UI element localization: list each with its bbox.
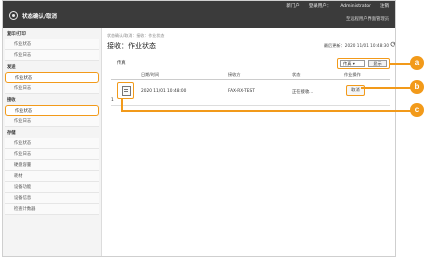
job-type-select[interactable]: 传真 ▾ <box>340 60 365 67</box>
top-links: 新门户 登录用户： Administrator 注销 <box>286 3 389 11</box>
sidebar-item-copy-job-log[interactable]: 作业日志 <box>5 50 99 61</box>
admin-link[interactable]: 至远程用户界面管理员 <box>346 16 389 23</box>
sidebar-group-copy-print: 复印/打印 <box>7 32 26 37</box>
login-user-label: 登录用户： <box>308 4 332 9</box>
status-icon <box>9 11 18 20</box>
app-title: 状态确认/取消 <box>22 14 58 20</box>
row-status: 正在接收... <box>292 90 314 95</box>
sidebar-item-send-job-status[interactable]: 作业状态 <box>5 72 99 83</box>
table-row: 2020 11/01 10:48:00 FAX-RX-TEST 正在接收... … <box>111 80 390 106</box>
document-details-icon[interactable] <box>117 82 134 99</box>
col-datetime: 日期/时间 <box>141 72 160 77</box>
breadcrumb: 状态确认/取消：接收：作业状态 <box>107 33 165 38</box>
section-label: 传真 <box>117 61 126 66</box>
sidebar-item-receive-job-status[interactable]: 作业状态 <box>5 105 99 116</box>
filter-group: 传真 ▾ 显示 <box>337 58 390 69</box>
row-datetime: 2020 11/01 10:48:00 <box>141 89 187 94</box>
callout-line-b <box>361 87 411 89</box>
sidebar-item-copy-job-status[interactable]: 作业状态 <box>5 39 99 50</box>
callout-badge-c: c <box>410 103 424 117</box>
callout-badge-a: a <box>410 56 424 70</box>
sidebar-group-receive: 接收 <box>7 98 16 103</box>
sidebar: 复印/打印 作业状态 作业日志 发送 作业状态 作业日志 接收 作业状态 作业日… <box>3 28 102 256</box>
chevron-down-icon: ▾ <box>352 61 355 66</box>
sidebar-item-device-features[interactable]: 设备功能 <box>5 182 99 193</box>
show-button[interactable]: 显示 <box>368 60 387 67</box>
sidebar-item-store-job-log[interactable]: 作业日志 <box>5 149 99 160</box>
table-header: 日期/时间 接收方 状态 作业操作 <box>111 70 390 80</box>
col-action: 作业操作 <box>344 72 361 77</box>
sidebar-item-consumables[interactable]: 耗材 <box>5 171 99 182</box>
sidebar-group-store: 存储 <box>7 131 16 136</box>
top-bar: 新门户 登录用户： Administrator 注销 至远程用户界面管理员 状态… <box>3 1 395 28</box>
sidebar-item-receive-job-log[interactable]: 作业日志 <box>5 116 99 127</box>
sidebar-item-send-job-log[interactable]: 作业日志 <box>5 83 99 94</box>
app-window: 新门户 登录用户： Administrator 注销 至远程用户界面管理员 状态… <box>2 0 396 257</box>
page-title: 接收：作业状态 <box>107 42 156 50</box>
row-recipient: FAX-RX-TEST <box>228 89 255 94</box>
job-type-value: 传真 <box>343 61 352 66</box>
new-portal-link[interactable]: 新门户 <box>286 3 300 11</box>
user-name: Administrator <box>340 4 371 9</box>
last-updated: 最后更新：2020 11/01 10:48:30 <box>323 43 389 48</box>
sidebar-item-disk-capacity[interactable]: 硬盘容量 <box>5 160 99 171</box>
sidebar-item-device-info[interactable]: 设备信息 <box>5 193 99 204</box>
callout-line-a <box>389 63 411 65</box>
total-count: 1 <box>111 98 114 103</box>
refresh-icon[interactable]: ⟳ <box>390 40 395 49</box>
sidebar-item-store-job-status[interactable]: 作业状态 <box>5 138 99 149</box>
main-panel: 状态确认/取消：接收：作业状态 接收：作业状态 最后更新：2020 11/01 … <box>107 28 395 256</box>
callout-badge-b: b <box>410 80 424 94</box>
sidebar-item-check-counter[interactable]: 检查计数器 <box>5 204 99 215</box>
sidebar-group-send: 发送 <box>7 65 16 70</box>
callout-line-c <box>121 110 411 112</box>
logout-link[interactable]: 注销 <box>380 3 389 11</box>
col-status: 状态 <box>292 72 301 77</box>
col-recipient: 接收方 <box>228 72 241 77</box>
